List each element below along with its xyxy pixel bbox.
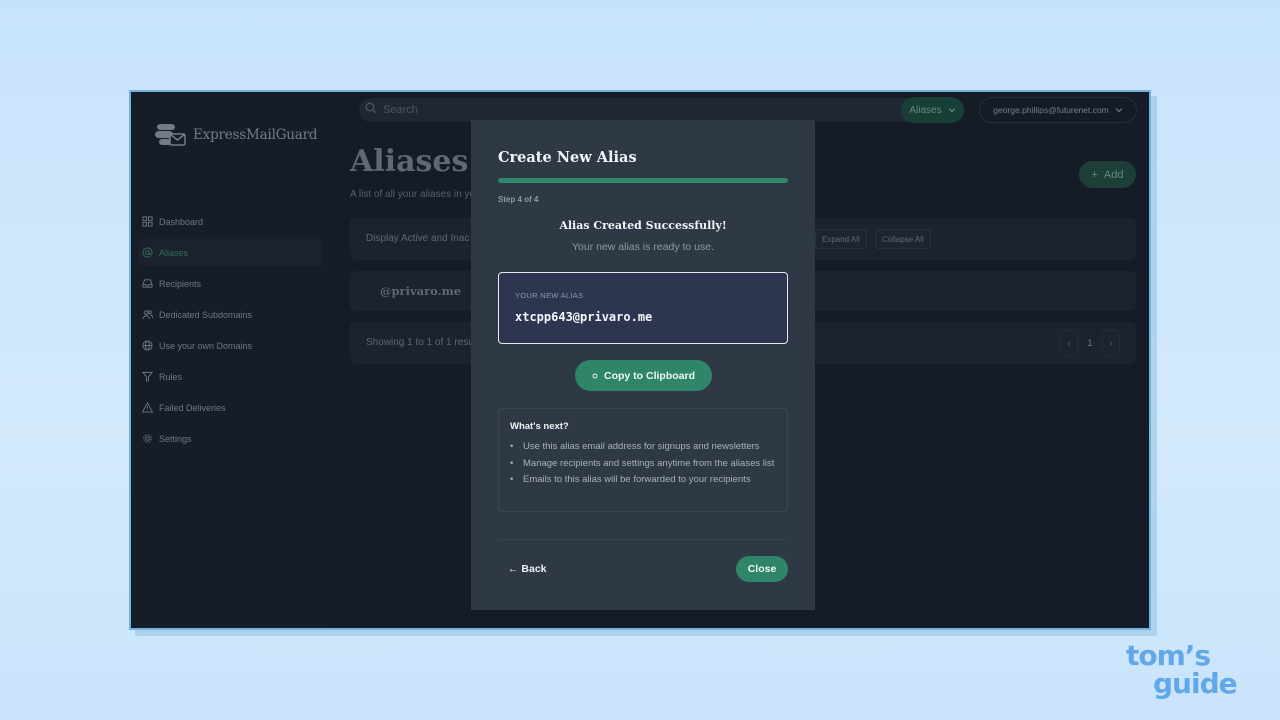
toms-guide-watermark: tom’s guide — [1126, 642, 1256, 704]
new-alias-label: YOUR NEW ALIAS — [515, 291, 584, 300]
app-window: ExpressMailGuard Dashboard Aliases Recip… — [131, 92, 1149, 628]
copy-button-label: Copy to Clipboard — [604, 369, 695, 382]
success-subtitle: Your new alias is ready to use. — [571, 241, 715, 253]
whats-next-list: Use this alias email address for signups… — [510, 440, 780, 490]
whats-next-box: What's next? Use this alias email addres… — [498, 408, 788, 512]
screenshot-frame: ExpressMailGuard Dashboard Aliases Recip… — [129, 90, 1151, 630]
list-item: Emails to this alias will be forwarded t… — [510, 473, 780, 487]
modal-divider — [498, 539, 788, 540]
success-title: Alias Created Successfully! — [559, 219, 727, 232]
copy-to-clipboard-button[interactable]: Copy to Clipboard — [575, 360, 712, 391]
new-alias-box: YOUR NEW ALIAS xtcpp643@privaro.me — [498, 272, 788, 344]
clipboard-icon — [592, 370, 598, 382]
list-item: Use this alias email address for signups… — [510, 440, 780, 454]
watermark-line-1: tom’s — [1126, 639, 1211, 672]
create-alias-modal: Create New Alias Step 4 of 4 Alias Creat… — [471, 120, 815, 610]
watermark-line-2: guide — [1153, 667, 1238, 700]
back-button[interactable]: ← Back — [508, 563, 547, 575]
modal-title: Create New Alias — [498, 149, 637, 166]
close-button[interactable]: Close — [736, 556, 788, 582]
list-item: Manage recipients and settings anytime f… — [510, 457, 780, 471]
step-indicator: Step 4 of 4 — [498, 195, 539, 204]
whats-next-title: What's next? — [510, 421, 569, 432]
new-alias-value[interactable]: xtcpp643@privaro.me — [515, 310, 652, 324]
step-progress-bar — [498, 178, 788, 183]
progress-fill — [498, 178, 788, 183]
